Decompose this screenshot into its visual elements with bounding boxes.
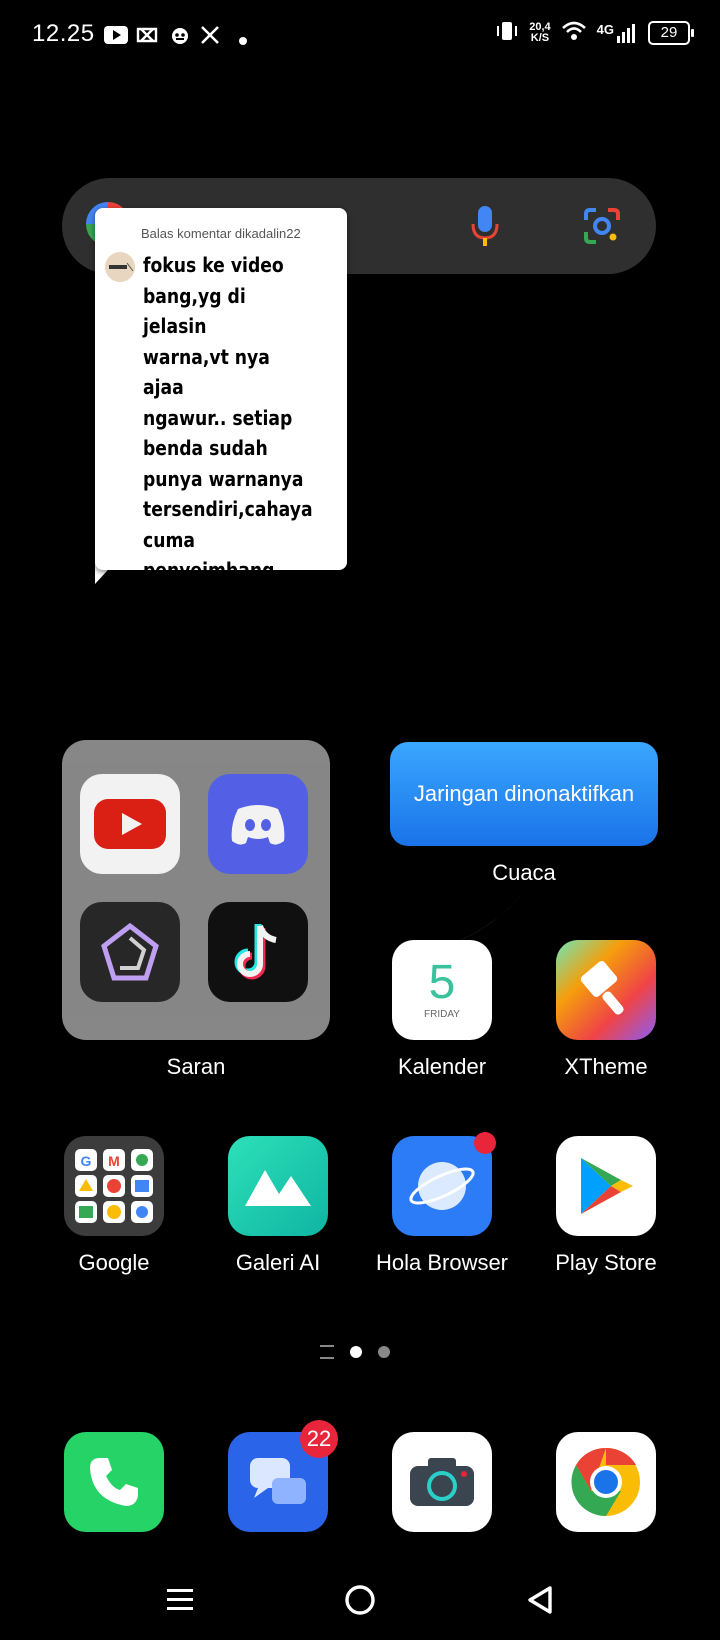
hola-browser-label: Hola Browser [375,1250,509,1275]
status-icons: 20,4 K/S 4G 29 [495,20,694,45]
tiktok-icon[interactable] [208,902,308,1002]
weather-widget[interactable]: Jaringan dinonaktifkan [390,742,658,846]
google-folder-icon[interactable]: G M [64,1136,164,1236]
folder-label: Saran [166,1054,226,1079]
capcut-notification-icon [136,24,158,46]
calendar-label: Kalender [397,1054,487,1079]
svg-text:M: M [108,1153,120,1169]
net-speed-unit: K/S [530,31,550,44]
battery-indicator: 29 [648,20,694,45]
youtube-icon[interactable] [80,774,180,874]
phone-icon[interactable] [64,1432,164,1532]
page-dot-current[interactable] [350,1346,362,1358]
calendar-day-number: 5 [428,955,456,1009]
weather-status-text: Jaringan dinonaktifkan [413,781,635,806]
wifi-icon [561,20,587,45]
chrome-icon[interactable] [556,1432,656,1532]
microphone-icon[interactable] [470,204,500,253]
xtheme-icon[interactable] [556,940,656,1040]
google-lens-icon[interactable] [582,206,622,251]
calendar-icon[interactable]: 5 FRIDAY [392,940,492,1040]
home-button[interactable] [340,1580,380,1620]
network-type: 4G [596,21,614,37]
galeri-ai-icon[interactable] [228,1136,328,1236]
cellular-signal: 4G [597,22,638,44]
vibrate-icon [495,20,519,45]
google-label: Google [78,1250,150,1275]
status-time: 12.25 [32,20,95,47]
app-folder-saran[interactable] [62,740,330,1040]
svg-text:G: G [81,1153,92,1169]
pentagon-app-icon[interactable] [80,902,180,1002]
net-speed: 20,4 K/S [529,20,551,44]
youtube-notification-icon [104,24,128,46]
net-speed-value: 20,4 [529,20,551,33]
comment-text: fokus ke video bang,yg di jelasin warna,… [143,253,313,643]
xtheme-label: XTheme [564,1054,648,1079]
discord-icon[interactable] [208,774,308,874]
page-dot[interactable] [378,1346,390,1358]
reply-comment-card: Balas komentar dikadalin22 fokus ke vide… [95,208,347,643]
more-notifications-icon [238,30,248,52]
weather-label: Cuaca [492,860,556,885]
commenter-avatar [105,252,135,282]
page-list-icon [320,1345,334,1359]
hola-browser-notification-dot [474,1132,496,1154]
recent-apps-button[interactable] [160,1580,200,1620]
play-store-icon[interactable] [556,1136,656,1236]
play-store-label: Play Store [555,1250,657,1275]
signal-bars-icon [617,23,635,43]
x-notification-icon [200,24,220,46]
galeri-ai-label: Galeri AI [235,1250,321,1275]
comment-header: Balas komentar dikadalin22 [141,226,301,241]
calendar-day-name: FRIDAY [424,1008,460,1020]
page-indicator[interactable] [320,1345,390,1359]
bot-notification-icon [170,24,190,46]
camera-icon[interactable] [392,1432,492,1532]
messages-unread-badge: 22 [300,1420,338,1458]
back-button[interactable] [520,1580,560,1620]
